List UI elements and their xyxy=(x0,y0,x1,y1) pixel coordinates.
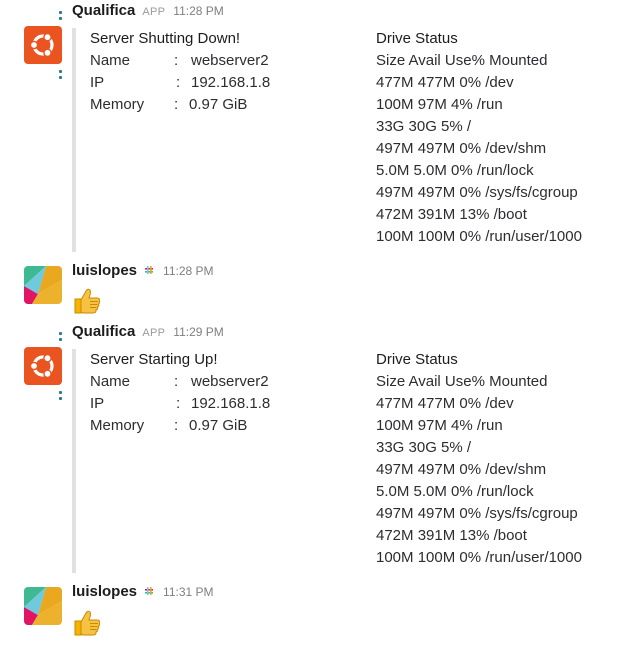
timestamp[interactable]: 11:28 PM xyxy=(173,4,223,18)
app-badge: APP xyxy=(142,327,166,339)
field-label: Memory xyxy=(90,417,145,434)
user-message[interactable]: luislopes 11:31 PM xyxy=(0,583,623,643)
timestamp[interactable]: 11:31 PM xyxy=(163,585,213,599)
attachment-title: Server Starting Up! xyxy=(90,351,218,368)
drive-status-line: 5.0M 5.0M 0% /run/lock xyxy=(376,483,534,500)
drive-status-line: Size Avail Use% Mounted xyxy=(376,52,548,69)
message-header: luislopes 11:28 PM xyxy=(72,262,214,284)
timestamp[interactable]: 11:29 PM xyxy=(173,325,223,339)
drive-status-line: 33G 30G 5% / xyxy=(376,118,472,135)
drive-status-line: 100M 100M 0% /run/user/1000 xyxy=(376,228,582,245)
slack-avatar-icon[interactable] xyxy=(24,266,62,304)
gutter-dot xyxy=(59,338,62,341)
field-value: 192.168.1.8 xyxy=(191,395,271,412)
timestamp[interactable]: 11:28 PM xyxy=(163,264,213,278)
drive-status-line: 497M 497M 0% /dev/shm xyxy=(376,461,547,478)
bot-message[interactable]: Qualifica APP 11:28 PM Server Shutting D… xyxy=(0,0,623,258)
thumbs-up-icon xyxy=(72,608,102,638)
gutter-dot xyxy=(59,11,62,14)
field-value: 0.97 GiB xyxy=(189,417,248,434)
field-separator: : xyxy=(174,96,179,113)
gutter-dot xyxy=(59,391,62,394)
attachment: Server Shutting Down! Name : webserver2 … xyxy=(72,28,616,252)
gutter-dot xyxy=(59,332,62,335)
field-value: 192.168.1.8 xyxy=(191,74,271,91)
drive-status-line: 497M 497M 0% /sys/fs/cgroup xyxy=(376,505,578,522)
message-list: Qualifica APP 11:28 PM Server Shutting D… xyxy=(0,0,623,645)
drive-status-line: 497M 497M 0% /dev/shm xyxy=(376,140,547,157)
drive-status-title: Drive Status xyxy=(376,30,458,47)
field-label: Name xyxy=(90,373,131,390)
field-separator: : xyxy=(174,52,179,69)
drive-status-line: 472M 391M 13% /boot xyxy=(376,527,527,544)
gutter-dot xyxy=(59,70,62,73)
ubuntu-avatar-icon[interactable] xyxy=(24,26,62,64)
drive-status-line: 477M 477M 0% /dev xyxy=(376,74,514,91)
drive-status: Drive Status Size Avail Use% Mounted 477… xyxy=(376,349,582,569)
field-label: IP xyxy=(90,74,105,91)
field-label: Name xyxy=(90,52,131,69)
message-header: luislopes 11:31 PM xyxy=(72,583,214,605)
slack-logo-icon xyxy=(143,584,155,596)
field-separator: : xyxy=(174,417,179,434)
sender-name[interactable]: luislopes xyxy=(72,583,137,600)
field-label: IP xyxy=(90,395,105,412)
drive-status-line: 100M 97M 4% /run xyxy=(376,96,503,113)
drive-status-line: 100M 100M 0% /run/user/1000 xyxy=(376,549,582,566)
drive-status-line: 5.0M 5.0M 0% /run/lock xyxy=(376,162,534,179)
field-value: 0.97 GiB xyxy=(189,96,248,113)
field-value: webserver2 xyxy=(191,373,269,390)
message-header: Qualifica APP 11:28 PM xyxy=(72,2,224,24)
field-separator: : xyxy=(176,74,181,91)
field-label: Memory xyxy=(90,96,145,113)
drive-status: Drive Status Size Avail Use% Mounted 477… xyxy=(376,28,582,248)
drive-status-line: 472M 391M 13% /boot xyxy=(376,206,527,223)
message-header: Qualifica APP 11:29 PM xyxy=(72,323,224,345)
drive-status-line: 33G 30G 5% / xyxy=(376,439,472,456)
gutter-dot xyxy=(59,397,62,400)
field-separator: : xyxy=(176,395,181,412)
drive-status-line: 477M 477M 0% /dev xyxy=(376,395,514,412)
app-badge: APP xyxy=(142,6,166,18)
sender-name[interactable]: Qualifica xyxy=(72,323,135,340)
bot-message[interactable]: Qualifica APP 11:29 PM Server Starting U… xyxy=(0,322,623,580)
drive-status-line: 497M 497M 0% /sys/fs/cgroup xyxy=(376,184,578,201)
drive-status-line: Size Avail Use% Mounted xyxy=(376,373,548,390)
drive-status-title: Drive Status xyxy=(376,351,458,368)
drive-status-line: 100M 97M 4% /run xyxy=(376,417,503,434)
sender-name[interactable]: luislopes xyxy=(72,262,137,279)
thumbs-up-icon xyxy=(72,286,102,316)
ubuntu-avatar-icon[interactable] xyxy=(24,347,62,385)
field-separator: : xyxy=(174,373,179,390)
gutter-dot xyxy=(59,17,62,20)
attachment: Server Starting Up! Name : webserver2 IP… xyxy=(72,349,616,573)
slack-avatar-icon[interactable] xyxy=(24,587,62,625)
field-value: webserver2 xyxy=(191,52,269,69)
sender-name[interactable]: Qualifica xyxy=(72,2,135,19)
attachment-title: Server Shutting Down! xyxy=(90,30,241,47)
user-message[interactable]: luislopes 11:28 PM xyxy=(0,262,623,320)
slack-logo-icon xyxy=(143,263,155,275)
gutter-dot xyxy=(59,76,62,79)
